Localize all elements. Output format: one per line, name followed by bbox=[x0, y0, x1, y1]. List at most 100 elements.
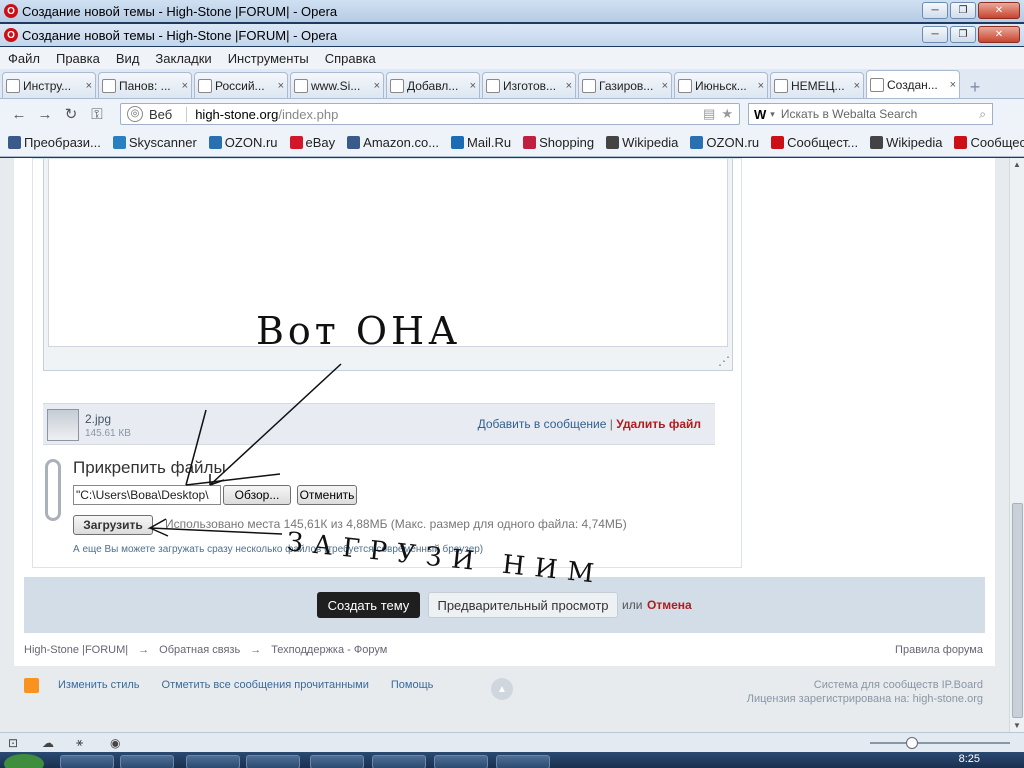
bookmark-item[interactable]: OZON.ru bbox=[208, 135, 278, 150]
taskbar-item-explorer[interactable] bbox=[60, 755, 114, 768]
tab-close-icon[interactable]: × bbox=[86, 80, 92, 92]
share-icon[interactable]: ⚹ bbox=[76, 735, 92, 750]
browse-button[interactable]: Обзор... bbox=[223, 485, 291, 505]
bookmark-item[interactable]: Wikipedia bbox=[606, 135, 678, 150]
tab-close-icon[interactable]: × bbox=[566, 80, 572, 92]
tab-5[interactable]: Изготов... × bbox=[482, 72, 576, 98]
tab-6[interactable]: Газиров... × bbox=[578, 72, 672, 98]
taskbar-item-app4[interactable] bbox=[496, 755, 550, 768]
search-icon[interactable]: ⌕ bbox=[979, 107, 986, 122]
tab-close-icon[interactable]: × bbox=[854, 80, 860, 92]
scrollbar-thumb[interactable] bbox=[1012, 503, 1023, 718]
tab-8[interactable]: НЕМЕЦ... × bbox=[770, 72, 864, 98]
tab-9[interactable]: Создан... × bbox=[866, 70, 960, 98]
cancel-link[interactable]: Отмена bbox=[647, 598, 692, 612]
post-textarea[interactable] bbox=[48, 159, 728, 347]
tab-4[interactable]: Добавл... × bbox=[386, 72, 480, 98]
resize-grip-icon[interactable]: ⋰ bbox=[718, 354, 730, 368]
zoom-slider-knob[interactable] bbox=[906, 737, 918, 749]
menu-help[interactable]: Справка bbox=[317, 51, 384, 66]
help-link[interactable]: Помощь bbox=[391, 679, 434, 691]
bookmark-item[interactable]: eBay bbox=[289, 135, 335, 150]
scroll-to-top-icon[interactable]: ▲ bbox=[491, 678, 513, 700]
menu-tools[interactable]: Инструменты bbox=[220, 51, 317, 66]
scroll-down-icon[interactable]: ▼ bbox=[1013, 721, 1021, 730]
multi-upload-link[interactable]: А еще Вы можете загружать сразу нескольк… bbox=[73, 544, 483, 555]
star-icon[interactable]: ★ bbox=[721, 106, 733, 122]
preview-button[interactable]: Предварительный просмотр bbox=[428, 592, 618, 618]
cloud-icon[interactable]: ☁ bbox=[42, 736, 58, 750]
tab-1[interactable]: Панов: ... × bbox=[98, 72, 192, 98]
mark-all-read-link[interactable]: Отметить все сообщения прочитанными bbox=[162, 679, 369, 691]
tab-close-icon[interactable]: × bbox=[182, 80, 188, 92]
key-icon[interactable]: ⚿ bbox=[84, 106, 110, 123]
forum-rules-link[interactable]: Правила форума bbox=[895, 644, 983, 656]
menu-file[interactable]: Файл bbox=[0, 51, 48, 66]
reload-icon[interactable]: ↻ bbox=[58, 105, 84, 123]
create-topic-button[interactable]: Создать тему bbox=[317, 592, 420, 618]
close-button[interactable]: ✕ bbox=[978, 26, 1020, 43]
search-field[interactable]: W ▾ Искать в Webalta Search ⌕ bbox=[748, 103, 993, 125]
tab-close-icon[interactable]: × bbox=[470, 80, 476, 92]
tab-close-icon[interactable]: × bbox=[374, 80, 380, 92]
window-titlebar[interactable]: O Создание новой темы - High-Stone |FORU… bbox=[0, 24, 1024, 46]
new-tab-button[interactable]: + bbox=[964, 76, 986, 98]
minimize-button[interactable]: ─ bbox=[922, 26, 948, 43]
taskbar-item-app3[interactable] bbox=[434, 755, 488, 768]
bookmark-item[interactable]: Skyscanner bbox=[112, 135, 197, 150]
bookmark-item[interactable]: Сообщест... bbox=[954, 135, 1024, 150]
scroll-up-icon[interactable]: ▲ bbox=[1013, 160, 1021, 169]
tab-close-icon[interactable]: × bbox=[758, 80, 764, 92]
add-to-post-link[interactable]: Добавить в сообщение bbox=[478, 417, 607, 431]
ipboard-credit[interactable]: Система для сообществ IP.Board bbox=[747, 678, 983, 692]
taskbar-item-app2[interactable] bbox=[372, 755, 426, 768]
maximize-button[interactable]: ❐ bbox=[950, 2, 976, 19]
rss-feed-icon[interactable]: ▤ bbox=[703, 106, 715, 122]
start-button[interactable] bbox=[4, 754, 44, 768]
maximize-button[interactable]: ❐ bbox=[950, 26, 976, 43]
tab-2[interactable]: Россий... × bbox=[194, 72, 288, 98]
tab-7[interactable]: Июньск... × bbox=[674, 72, 768, 98]
close-button[interactable]: ✕ bbox=[978, 2, 1020, 19]
bookmark-item[interactable]: OZON.ru bbox=[690, 135, 759, 150]
menu-bookmarks[interactable]: Закладки bbox=[147, 51, 219, 66]
taskbar-item-ie[interactable] bbox=[120, 755, 174, 768]
cancel-upload-button[interactable]: Отменить bbox=[297, 485, 357, 505]
menu-edit[interactable]: Правка bbox=[48, 51, 108, 66]
panel-toggle-icon[interactable]: ⊡ bbox=[8, 736, 24, 750]
tab-close-icon[interactable]: × bbox=[278, 80, 284, 92]
tab-0[interactable]: Инстру... × bbox=[2, 72, 96, 98]
search-engine-dropdown-icon[interactable]: ▾ bbox=[770, 109, 775, 120]
upload-button[interactable]: Загрузить bbox=[73, 515, 153, 535]
bookmark-item[interactable]: Amazon.co... bbox=[347, 135, 439, 150]
breadcrumb-item-forum[interactable]: High-Stone |FORUM| bbox=[24, 644, 128, 656]
tab-3[interactable]: www.Si... × bbox=[290, 72, 384, 98]
back-arrow-icon[interactable]: ← bbox=[6, 106, 32, 123]
search-engine-icon[interactable]: W bbox=[754, 107, 766, 122]
tab-close-icon[interactable]: × bbox=[950, 79, 956, 91]
bookmark-item[interactable]: Преобрази... bbox=[8, 135, 101, 150]
taskbar-item-opera[interactable] bbox=[246, 755, 300, 768]
bookmark-item[interactable]: Wikipedia bbox=[870, 135, 942, 150]
bookmark-item[interactable]: Mail.Ru bbox=[451, 135, 511, 150]
breadcrumb-item-feedback[interactable]: Обратная связь bbox=[159, 644, 240, 656]
window-titlebar-back[interactable]: O Создание новой темы - High-Stone |FORU… bbox=[0, 0, 1024, 22]
speed-dial-icon[interactable]: ◉ bbox=[110, 736, 126, 750]
vertical-scrollbar[interactable]: ▲ ▼ bbox=[1009, 158, 1024, 732]
rss-icon[interactable] bbox=[24, 678, 39, 693]
breadcrumb-item-support[interactable]: Техподдержка - Форум bbox=[271, 644, 387, 656]
taskbar-item-game[interactable] bbox=[310, 755, 364, 768]
address-bar[interactable]: ◎ Веб high-stone.org /index.php ▤ ★ bbox=[120, 103, 740, 125]
delete-file-link[interactable]: Удалить файл bbox=[616, 417, 701, 431]
zoom-slider[interactable] bbox=[870, 737, 1010, 749]
minimize-button[interactable]: ─ bbox=[922, 2, 948, 19]
file-path-input[interactable]: "C:\Users\Вова\Desktop\ bbox=[73, 485, 221, 505]
tab-close-icon[interactable]: × bbox=[662, 80, 668, 92]
forward-arrow-icon[interactable]: → bbox=[32, 106, 58, 123]
change-style-link[interactable]: Изменить стиль bbox=[58, 679, 140, 691]
taskbar-clock[interactable]: 8:25 bbox=[959, 753, 980, 765]
bookmark-item[interactable]: Shopping bbox=[523, 135, 594, 150]
menu-view[interactable]: Вид bbox=[108, 51, 148, 66]
bookmark-item[interactable]: Сообщест... bbox=[771, 135, 858, 150]
taskbar-item-app[interactable] bbox=[186, 755, 240, 768]
